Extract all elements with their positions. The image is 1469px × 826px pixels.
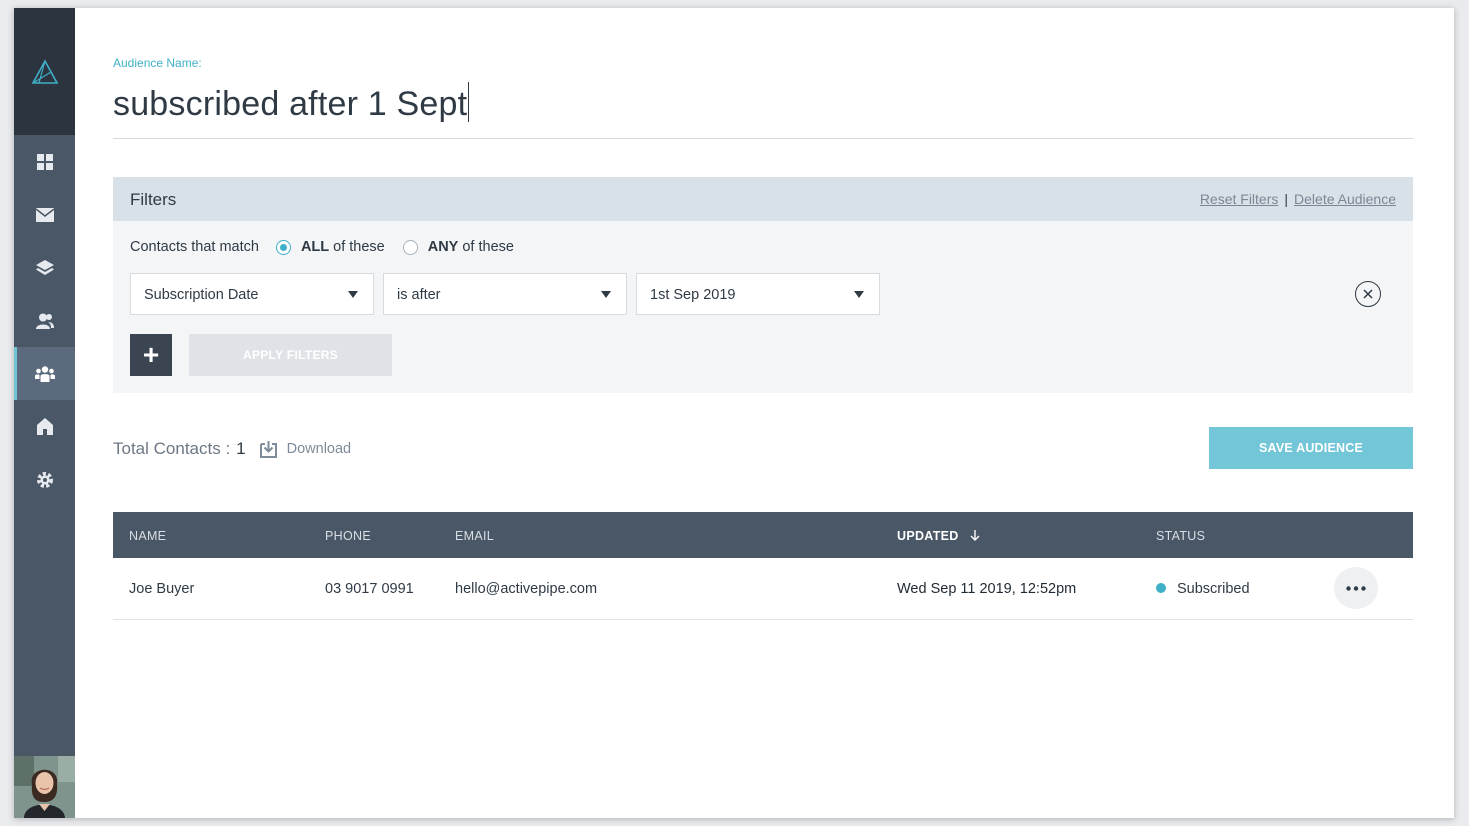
contacts-icon <box>35 313 54 329</box>
download-label: Download <box>286 441 352 457</box>
column-header-updated[interactable]: UPDATED <box>897 529 980 543</box>
nav-item-dashboard[interactable] <box>14 135 75 188</box>
filters-header: Filters Reset Filters | Delete Audience <box>113 177 1413 221</box>
total-contacts: Total Contacts : 1 Download <box>113 439 351 459</box>
column-header-phone[interactable]: PHONE <box>325 529 371 543</box>
nav-item-layers[interactable] <box>14 241 75 294</box>
match-all-strong: ALL <box>300 239 330 255</box>
app-window: Audience Name: subscribed after 1 Sept F… <box>14 8 1454 818</box>
layers-icon <box>35 259 54 275</box>
link-separator: | <box>1284 191 1289 207</box>
audience-name-input[interactable]: subscribed after 1 Sept <box>113 82 1413 124</box>
match-label: Contacts that match <box>130 239 259 255</box>
filters-title: Filters <box>130 190 177 209</box>
filter-value-value: 1st Sep 2019 <box>650 287 736 303</box>
status-label: Subscribed <box>1177 581 1250 597</box>
filter-value-select[interactable]: 1st Sep 2019 <box>636 273 880 315</box>
user-photo-icon <box>14 756 75 818</box>
audience-name-label: Audience Name: <box>113 56 202 70</box>
table-header: NAME PHONE EMAIL UPDATED STATUS <box>113 512 1413 558</box>
add-filter-button[interactable]: + <box>130 334 172 376</box>
audience-name-underline <box>113 138 1413 139</box>
match-all-radio[interactable] <box>275 239 291 255</box>
close-icon <box>1363 289 1373 299</box>
sidebar <box>14 8 75 818</box>
nav-item-contacts[interactable] <box>14 294 75 347</box>
more-dots-icon <box>1346 585 1366 591</box>
save-audience-button[interactable]: SAVE AUDIENCE <box>1209 427 1413 469</box>
total-contacts-label: Total Contacts : <box>113 439 231 458</box>
cell-name: Joe Buyer <box>129 581 195 597</box>
audience-name-value: subscribed after 1 Sept <box>113 85 468 123</box>
download-icon <box>259 440 277 458</box>
column-header-updated-label: UPDATED <box>897 529 959 543</box>
column-header-email[interactable]: EMAIL <box>455 529 494 543</box>
nav-item-mail[interactable] <box>14 188 75 241</box>
mail-icon <box>35 207 54 222</box>
delete-audience-link[interactable]: Delete Audience <box>1294 191 1396 207</box>
match-all-option[interactable]: ALL of these <box>275 239 385 255</box>
match-row: Contacts that match ALL of these ANY of … <box>130 239 532 255</box>
filter-field-select[interactable]: Subscription Date <box>130 273 374 315</box>
remove-filter-button[interactable] <box>1355 281 1381 307</box>
dashboard-grid-icon <box>36 153 53 170</box>
nav-item-settings[interactable] <box>14 453 75 506</box>
main-content: Audience Name: subscribed after 1 Sept F… <box>75 8 1454 818</box>
reset-filters-link[interactable]: Reset Filters <box>1200 191 1279 207</box>
match-all-rest: of these <box>333 239 385 255</box>
settings-gear-icon <box>36 471 53 488</box>
nav-item-audiences[interactable] <box>14 347 75 400</box>
filters-panel: Filters Reset Filters | Delete Audience Co… <box>113 177 1413 393</box>
cell-status: Subscribed <box>1156 581 1250 597</box>
match-any-rest: of these <box>462 239 514 255</box>
match-any-strong: ANY <box>427 239 459 255</box>
filter-field-value: Subscription Date <box>144 287 259 303</box>
match-any-option[interactable]: ANY of these <box>402 239 514 255</box>
table-row[interactable]: Joe Buyer 03 9017 0991 hello@activepipe.… <box>113 558 1413 620</box>
download-link[interactable]: Download <box>259 440 352 458</box>
user-avatar[interactable] <box>14 756 75 818</box>
home-icon <box>36 418 53 435</box>
status-dot <box>1156 583 1166 593</box>
triangle-logo-icon <box>31 58 58 84</box>
chevron-down-icon <box>348 291 358 298</box>
chevron-down-icon <box>601 291 611 298</box>
filters-header-links: Reset Filters | Delete Audience <box>1200 191 1396 207</box>
apply-filters-button[interactable]: APPLY FILTERS <box>189 334 392 376</box>
match-any-radio[interactable] <box>402 239 418 255</box>
column-header-status[interactable]: STATUS <box>1156 529 1205 543</box>
filter-operator-value: is after <box>397 287 441 303</box>
audience-icon <box>34 365 55 382</box>
cell-updated: Wed Sep 11 2019, 12:52pm <box>897 581 1077 597</box>
row-actions-button[interactable] <box>1334 567 1378 609</box>
total-contacts-count: 1 <box>236 439 246 458</box>
logo[interactable] <box>14 8 75 135</box>
sort-arrow-down-icon <box>970 530 980 541</box>
filter-operator-select[interactable]: is after <box>383 273 627 315</box>
cell-phone: 03 9017 0991 <box>325 581 414 597</box>
cell-email: hello@activepipe.com <box>455 581 598 597</box>
text-caret <box>468 82 470 122</box>
chevron-down-icon <box>854 291 864 298</box>
nav-item-home[interactable] <box>14 400 75 453</box>
column-header-name[interactable]: NAME <box>129 529 166 543</box>
